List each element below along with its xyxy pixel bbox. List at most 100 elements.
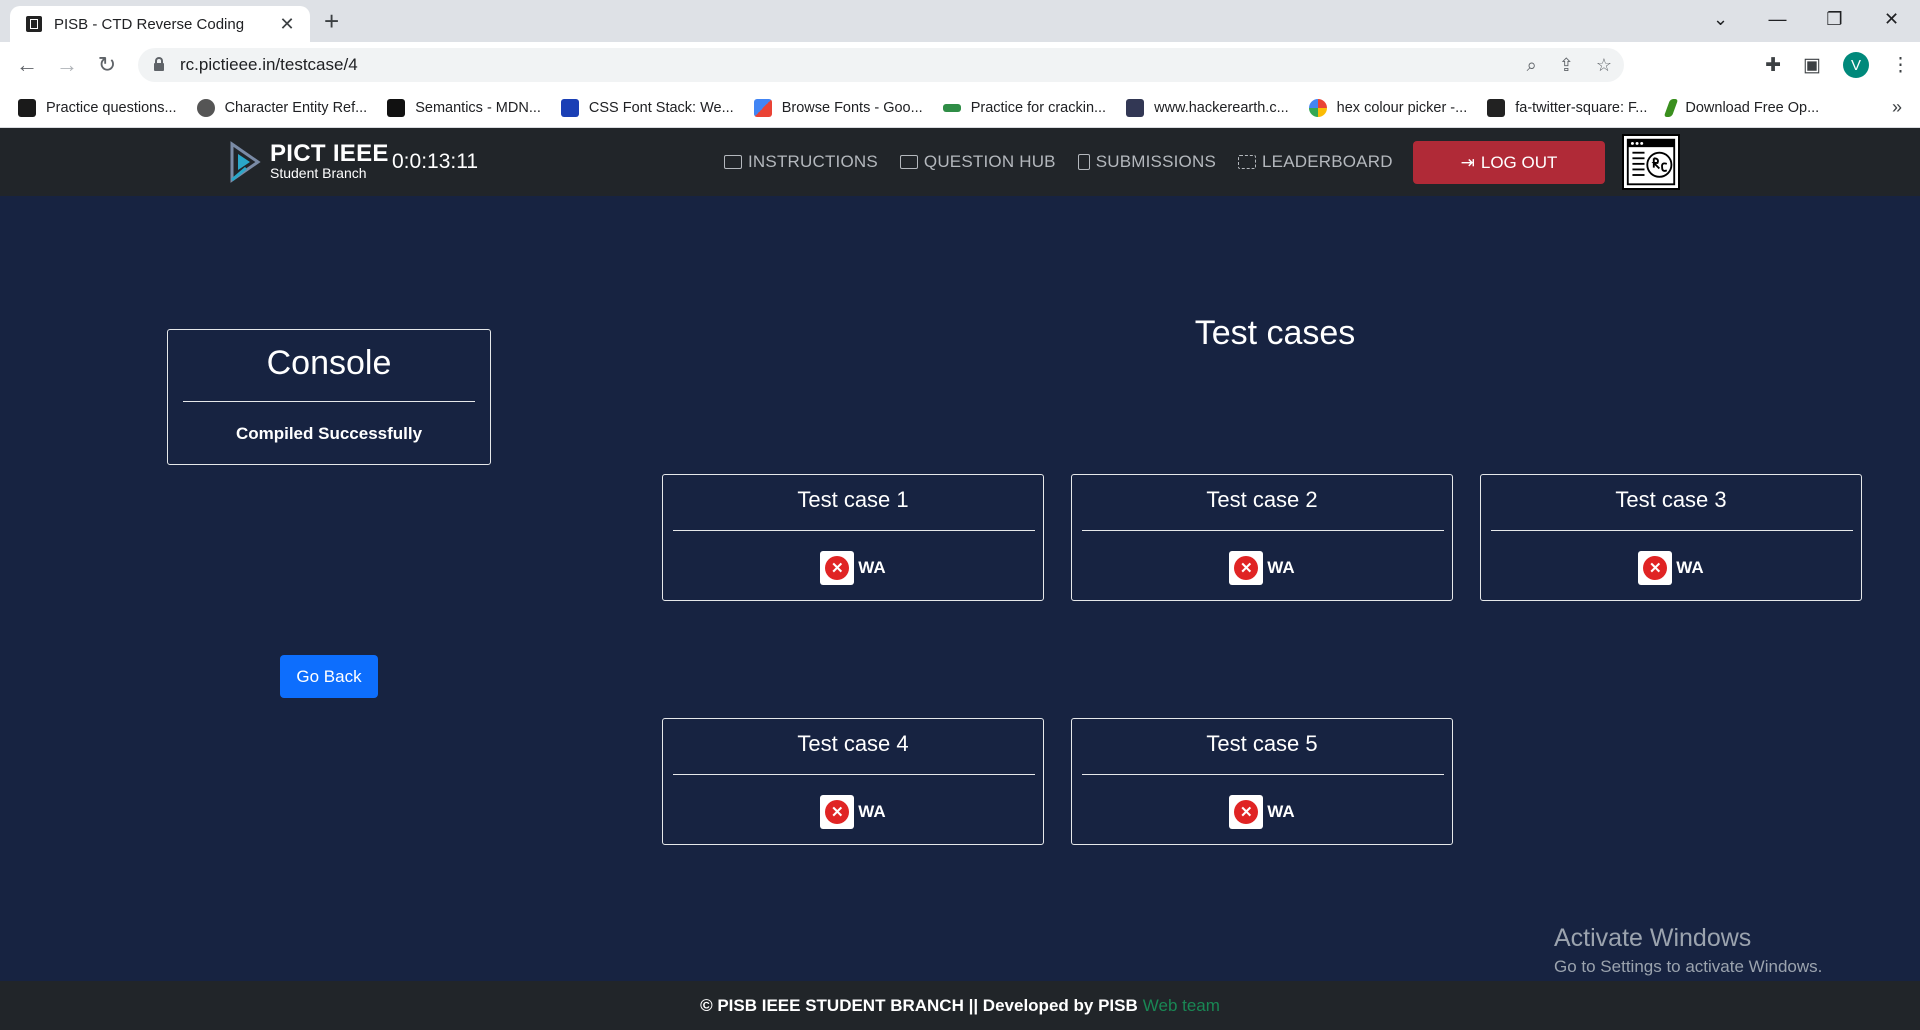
console-title: Console bbox=[266, 344, 392, 382]
brand-text: PICT IEEE Student Branch bbox=[270, 140, 389, 182]
extension-area: ✚ ▣ V ⋮ bbox=[1765, 48, 1910, 82]
logout-label: LOG OUT bbox=[1480, 152, 1558, 172]
nav-label: QUESTION HUB bbox=[923, 152, 1056, 171]
testcase-card: Test case 2 ✕ WA bbox=[1071, 474, 1453, 601]
activate-windows-watermark: Activate Windows Go to Settings to activ… bbox=[1554, 924, 1822, 977]
divider bbox=[1082, 774, 1444, 775]
tab-title: PISB - CTD Reverse Coding bbox=[54, 15, 245, 33]
brand-line1: PICT IEEE bbox=[270, 140, 389, 167]
lock-icon[interactable] bbox=[154, 57, 164, 71]
testcase-title: Test case 5 bbox=[1206, 731, 1318, 756]
tab-search-icon[interactable]: ⌄ bbox=[1692, 0, 1749, 38]
brand[interactable]: PICT IEEE Student Branch bbox=[228, 140, 389, 184]
tab-close-icon[interactable]: ✕ bbox=[276, 14, 298, 35]
bookmark-item[interactable]: CSS Font Stack: We... bbox=[560, 98, 734, 117]
divider bbox=[1082, 530, 1444, 531]
bookmark-item[interactable]: Download Free Op... bbox=[1664, 98, 1820, 117]
tab-favicon-icon bbox=[26, 16, 42, 32]
zoom-icon[interactable]: ⌕ bbox=[1527, 55, 1537, 76]
testcase-title: Test case 3 bbox=[1615, 487, 1727, 512]
reverse-coding-logo-icon bbox=[1622, 134, 1680, 190]
site-navbar: PICT IEEE Student Branch 0:0:13:11 INSTR… bbox=[0, 128, 1920, 196]
flag-icon bbox=[1238, 155, 1256, 169]
more-bookmarks-icon[interactable]: » bbox=[1892, 97, 1902, 118]
window-controls: ⌄ — ❐ ✕ bbox=[1692, 0, 1920, 42]
logout-button[interactable]: ⇥ LOG OUT bbox=[1413, 141, 1605, 184]
countdown-timer: 0:0:13:11 bbox=[392, 150, 479, 173]
forward-icon[interactable]: → bbox=[52, 50, 82, 80]
bookmark-label: hex colour picker -... bbox=[1336, 99, 1468, 116]
url-text: rc.pictieee.in/testcase/4 bbox=[180, 55, 358, 74]
pict-ieee-logo-icon bbox=[230, 141, 261, 183]
testcase-status: WA bbox=[858, 558, 886, 577]
nav-label: SUBMISSIONS bbox=[1095, 152, 1216, 171]
close-window-icon[interactable]: ✕ bbox=[1863, 0, 1920, 38]
bookmarks-bar: Practice questions... Character Entity R… bbox=[0, 88, 1920, 128]
bookmark-label: Practice for crackin... bbox=[970, 99, 1107, 116]
nav-submissions[interactable]: SUBMISSIONS bbox=[1077, 152, 1216, 172]
restore-icon[interactable]: ❐ bbox=[1806, 0, 1863, 38]
side-panel-icon[interactable]: ▣ bbox=[1803, 54, 1821, 77]
minimize-icon[interactable]: — bbox=[1749, 0, 1806, 38]
bookmark-favicon-icon bbox=[18, 98, 36, 117]
testcase-status: WA bbox=[1676, 558, 1704, 577]
bookmark-star-icon[interactable]: ☆ bbox=[1596, 55, 1612, 76]
bookmark-item[interactable]: hex colour picker -... bbox=[1308, 98, 1468, 117]
site-footer: © PISB IEEE STUDENT BRANCH || Developed … bbox=[0, 981, 1920, 1030]
console-panel: Console Compiled Successfully bbox=[167, 329, 491, 465]
file-icon bbox=[1077, 154, 1090, 170]
testcase-result: ✕ WA bbox=[1072, 551, 1452, 585]
nav-question-hub[interactable]: QUESTION HUB bbox=[899, 152, 1056, 172]
browser-tab-bar: PISB - CTD Reverse Coding ✕ + ⌄ — ❐ ✕ bbox=[0, 0, 1920, 42]
bookmark-label: CSS Font Stack: We... bbox=[588, 99, 734, 116]
error-x-icon: ✕ bbox=[1229, 795, 1264, 829]
address-bar[interactable]: rc.pictieee.in/testcase/4 ⌕ ⇪ ☆ bbox=[138, 48, 1624, 82]
bookmark-label: Semantics - MDN... bbox=[415, 99, 541, 116]
watermark-line2: Go to Settings to activate Windows. bbox=[1554, 957, 1823, 976]
bookmark-item[interactable]: www.hackerearth.c... bbox=[1126, 98, 1289, 117]
bookmark-favicon-icon bbox=[1126, 98, 1145, 117]
footer-link[interactable]: Web team bbox=[1143, 996, 1220, 1016]
testcase-status: WA bbox=[858, 802, 886, 821]
go-back-button[interactable]: Go Back bbox=[280, 655, 378, 698]
bookmark-item[interactable]: fa-twitter-square: F... bbox=[1487, 98, 1647, 117]
testcase-card: Test case 1 ✕ WA bbox=[662, 474, 1044, 601]
bookmark-favicon-icon bbox=[387, 98, 406, 117]
testcase-card: Test case 5 ✕ WA bbox=[1071, 718, 1453, 845]
bookmark-label: Download Free Op... bbox=[1685, 99, 1820, 116]
sign-out-icon: ⇥ bbox=[1460, 152, 1475, 172]
bookmark-favicon-icon bbox=[753, 98, 772, 117]
bookmark-label: Character Entity Ref... bbox=[224, 99, 368, 116]
console-message: Compiled Successfully bbox=[235, 424, 423, 443]
error-x-icon: ✕ bbox=[820, 795, 855, 829]
reload-icon[interactable]: ↻ bbox=[92, 50, 122, 80]
testcase-card: Test case 3 ✕ WA bbox=[1480, 474, 1862, 601]
testcase-status: WA bbox=[1267, 802, 1295, 821]
nav-leaderboard[interactable]: LEADERBOARD bbox=[1238, 152, 1393, 172]
error-x-icon: ✕ bbox=[1638, 551, 1673, 585]
nav-instructions[interactable]: INSTRUCTIONS bbox=[724, 152, 878, 172]
divider bbox=[673, 774, 1035, 775]
bookmark-favicon-icon bbox=[1487, 98, 1506, 117]
bookmark-item[interactable]: Browse Fonts - Goo... bbox=[753, 98, 923, 117]
share-icon[interactable]: ⇪ bbox=[1559, 55, 1574, 76]
bookmark-item[interactable]: Semantics - MDN... bbox=[387, 98, 541, 117]
bookmark-item[interactable]: Character Entity Ref... bbox=[196, 98, 368, 117]
testcase-result: ✕ WA bbox=[663, 551, 1043, 585]
omnibox-actions: ⌕ ⇪ ☆ bbox=[1527, 48, 1612, 82]
bookmark-label: Browse Fonts - Goo... bbox=[781, 99, 923, 116]
profile-avatar[interactable]: V bbox=[1843, 52, 1869, 78]
testcase-title: Test case 4 bbox=[797, 731, 909, 756]
bookmark-favicon-icon bbox=[560, 98, 579, 117]
bookmark-favicon-icon bbox=[1664, 98, 1679, 117]
back-icon[interactable]: ← bbox=[12, 50, 42, 80]
bookmark-item[interactable]: Practice questions... bbox=[18, 98, 177, 117]
new-tab-icon[interactable]: + bbox=[324, 6, 339, 36]
testcase-title: Test case 2 bbox=[1206, 487, 1318, 512]
error-x-icon: ✕ bbox=[1229, 551, 1264, 585]
nav-label: LEADERBOARD bbox=[1262, 152, 1393, 171]
bookmark-item[interactable]: Practice for crackin... bbox=[942, 99, 1107, 116]
browser-tab[interactable]: PISB - CTD Reverse Coding ✕ bbox=[10, 6, 310, 42]
extensions-puzzle-icon[interactable]: ✚ bbox=[1765, 54, 1781, 77]
browser-menu-icon[interactable]: ⋮ bbox=[1891, 54, 1910, 77]
